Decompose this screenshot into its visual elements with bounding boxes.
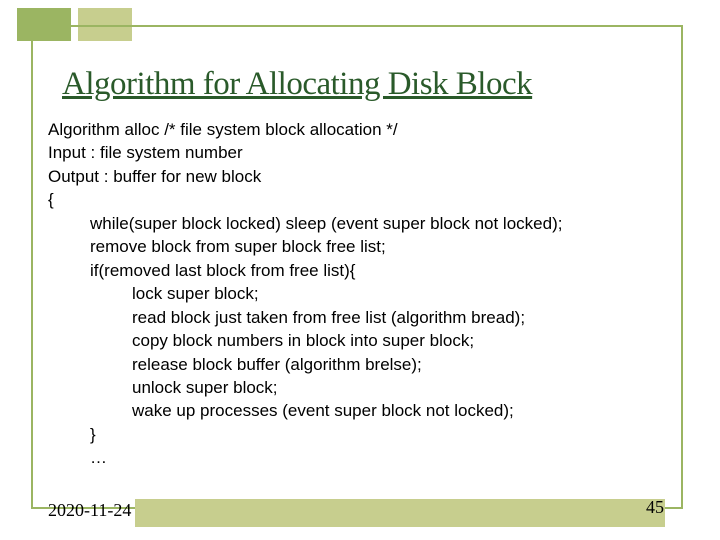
code-line: Algorithm alloc /* file system block all… [48,118,674,141]
code-line: while(super block locked) sleep (event s… [48,212,674,235]
code-line: if(removed last block from free list){ [48,259,674,282]
page-number: 45 [646,497,664,518]
title-area: Algorithm for Allocating Disk Block [62,66,669,103]
code-line: remove block from super block free list; [48,235,674,258]
code-line: release block buffer (algorithm brelse); [48,353,674,376]
code-line: Output : buffer for new block [48,165,674,188]
code-line: wake up processes (event super block not… [48,399,674,422]
code-line: } [48,423,674,446]
code-line: unlock super block; [48,376,674,399]
algorithm-body: Algorithm alloc /* file system block all… [48,118,674,470]
code-line: lock super block; [48,282,674,305]
code-line: read block just taken from free list (al… [48,306,674,329]
code-line: Input : file system number [48,141,674,164]
code-line: copy block numbers in block into super b… [48,329,674,352]
footer-accent-bar [135,499,665,527]
code-line: … [48,446,674,469]
code-line: { [48,188,674,211]
footer-date: 2020-11-24 [48,500,131,521]
slide-title: Algorithm for Allocating Disk Block [62,66,532,102]
